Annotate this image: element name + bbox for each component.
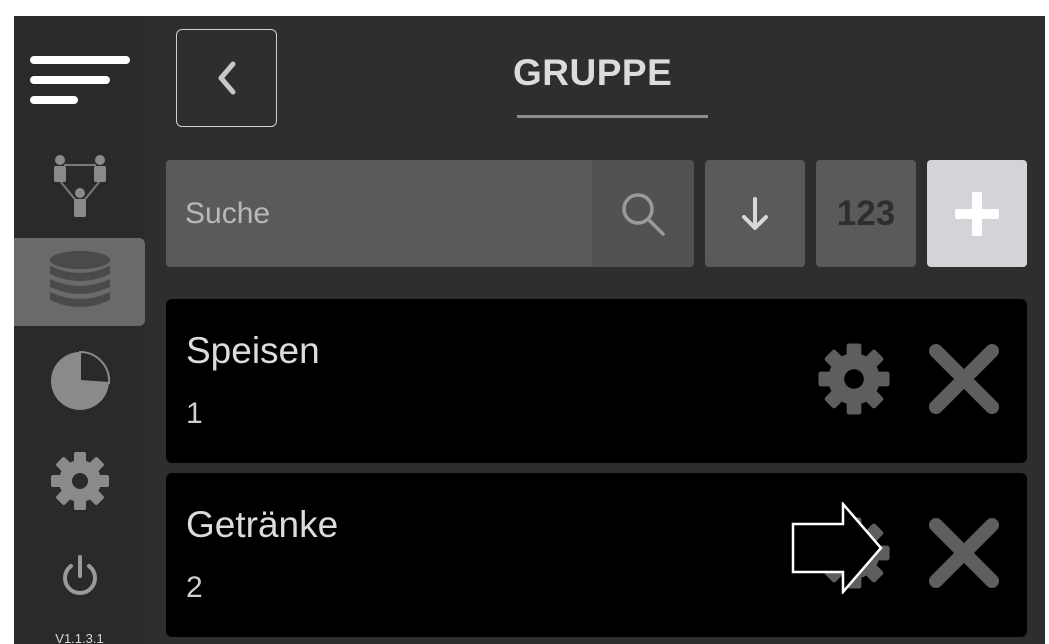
arrow-down-icon [742, 196, 768, 230]
sidebar-item-statistics[interactable] [14, 341, 145, 421]
search-icon [622, 192, 665, 236]
gear-icon [818, 517, 890, 589]
sort-button[interactable] [705, 160, 805, 267]
plus-icon [955, 191, 999, 236]
delete-group-button[interactable] [924, 513, 1004, 593]
list-item-group-1[interactable]: Getränke 2 [166, 473, 1027, 637]
gear-icon [818, 343, 890, 415]
title-underline [517, 115, 708, 118]
main-panel: GRUPPE 123 [145, 16, 1045, 644]
numeric-sort-button[interactable]: 123 [816, 160, 916, 267]
menu-button[interactable] [14, 36, 145, 128]
group-name: Getränke [186, 504, 339, 545]
sidebar-item-users[interactable] [14, 146, 145, 226]
delete-group-button[interactable] [924, 339, 1004, 419]
close-icon [929, 344, 999, 414]
sidebar-item-settings[interactable] [14, 441, 145, 521]
group-count: 1 [186, 397, 203, 430]
add-group-button[interactable] [927, 160, 1027, 267]
search-input[interactable] [166, 160, 592, 267]
page-title: GRUPPE [513, 52, 673, 93]
edit-group-button[interactable] [814, 513, 894, 593]
version-label: V1.1.3.1 [55, 631, 104, 644]
close-icon [929, 518, 999, 588]
list-item-group-0[interactable]: Speisen 1 [166, 299, 1027, 463]
pie-chart-icon [50, 350, 110, 410]
group-name: Speisen [186, 330, 320, 371]
hamburger-menu-icon [29, 56, 130, 104]
chevron-left-icon [218, 61, 235, 95]
edit-group-button[interactable] [814, 339, 894, 419]
sidebar-item-groups[interactable] [14, 238, 145, 326]
search-bar [166, 160, 694, 267]
sidebar: V1.1.3.1 [14, 16, 145, 644]
power-button[interactable] [14, 541, 145, 611]
users-network-icon [53, 155, 106, 217]
power-icon [62, 555, 97, 595]
group-count: 2 [186, 571, 203, 604]
back-button[interactable] [176, 29, 277, 127]
app-window: V1.1.3.1 GRUPPE 123 [0, 8, 1049, 644]
database-stack-icon [49, 251, 110, 307]
gear-icon [50, 452, 109, 510]
search-button[interactable] [592, 160, 694, 267]
